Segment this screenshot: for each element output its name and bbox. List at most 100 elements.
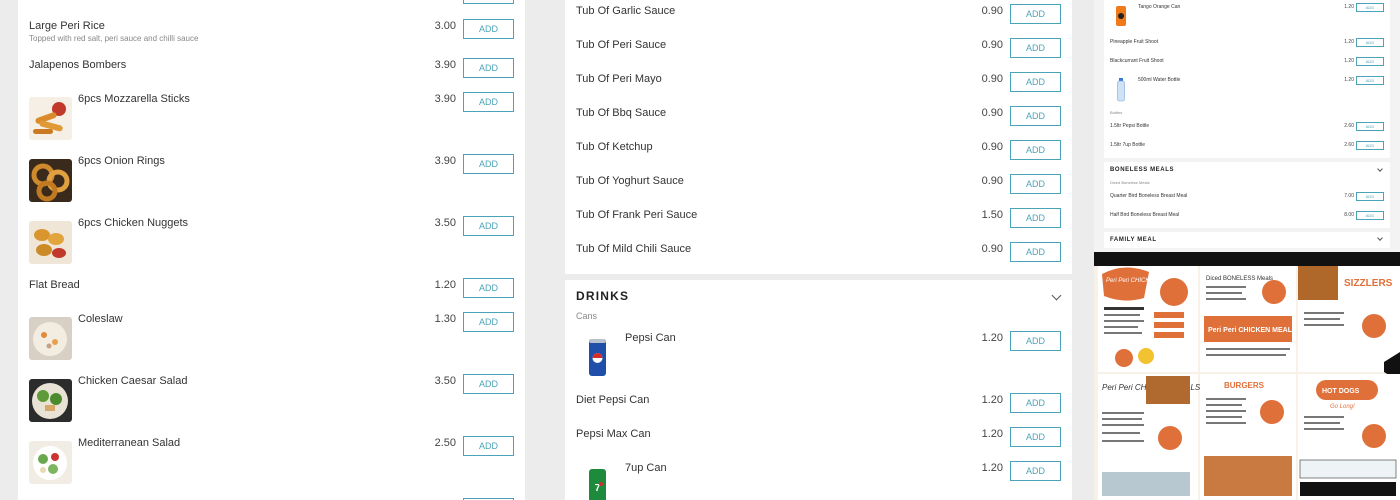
add-button[interactable]: ADD: [1010, 242, 1061, 262]
item-price: 3.50: [434, 217, 456, 229]
mozzarella-sticks-image: [29, 97, 72, 140]
item-price: 0.90: [981, 141, 1003, 153]
item-name: 7up Can: [625, 462, 667, 474]
add-button[interactable]: ADD: [1010, 208, 1061, 228]
mini-add-button[interactable]: ADD: [1356, 211, 1384, 220]
item-name: Pepsi Can: [625, 332, 676, 344]
menu-board-image: Peri Peri CHICKEN Diced BONELESS Meals P…: [1094, 252, 1400, 500]
add-button[interactable]: ADD: [463, 58, 514, 78]
add-button[interactable]: ADD: [463, 0, 514, 4]
item-price: 1.20: [981, 428, 1003, 440]
subcategory-label: Cans: [576, 311, 598, 321]
mini-item-name: 1.5ltr 7up Bottle: [1110, 142, 1146, 148]
mini-item-name: Pineapple Fruit Shoot: [1110, 39, 1159, 45]
board-peri-chicken-label: Peri Peri CHICKEN: [1106, 278, 1158, 284]
item-price: 0.90: [981, 175, 1003, 187]
item-description: Topped with red salt, peri sauce and chi…: [29, 34, 199, 43]
item-price: 1.20: [981, 462, 1003, 474]
item-price: 1.50: [981, 209, 1003, 221]
item-price: 0.90: [981, 39, 1003, 51]
add-button[interactable]: ADD: [1010, 393, 1061, 413]
add-button[interactable]: ADD: [463, 374, 514, 394]
item-name: Tub Of Bbq Sauce: [576, 107, 667, 119]
chevron-down-icon[interactable]: [1377, 166, 1383, 172]
item-price: 3.00: [434, 20, 456, 32]
mini-subcategory: Bottles: [1110, 110, 1123, 115]
sides-panel: ADD Large Peri Rice Topped with red salt…: [18, 0, 525, 500]
add-button[interactable]: ADD: [463, 436, 514, 456]
add-button[interactable]: ADD: [463, 19, 514, 39]
item-price: 3.90: [434, 93, 456, 105]
item-price: 1.20: [434, 279, 456, 291]
board-burgers-label: BURGERS: [1224, 381, 1265, 390]
mini-item-price: 2.60: [1344, 142, 1354, 148]
mini-section-title: BONELESS MEALS: [1110, 167, 1175, 173]
add-button[interactable]: ADD: [463, 216, 514, 236]
mini-add-button[interactable]: ADD: [1356, 76, 1384, 85]
7up-can-image: 7: [576, 466, 619, 500]
pepsi-can-image: [576, 336, 619, 379]
mini-item-name: Tango Orange Can: [1138, 4, 1181, 10]
mini-add-button[interactable]: ADD: [1356, 141, 1384, 150]
divider: [1104, 228, 1390, 232]
mini-add-button[interactable]: ADD: [1356, 57, 1384, 66]
mini-item-price: 7.00: [1344, 193, 1354, 199]
item-price: 0.90: [981, 243, 1003, 255]
add-button[interactable]: ADD: [1010, 38, 1061, 58]
divider: [1104, 158, 1390, 162]
add-button[interactable]: ADD: [463, 312, 514, 332]
item-name: Chicken Caesar Salad: [78, 375, 188, 387]
item-price: 0.90: [981, 5, 1003, 17]
item-price: 1.20: [981, 394, 1003, 406]
mini-subcategory: Diced Boneless Meals: [1110, 180, 1150, 185]
add-button[interactable]: ADD: [1010, 461, 1061, 481]
mini-add-button[interactable]: ADD: [1356, 3, 1384, 12]
item-name: 6pcs Onion Rings: [78, 155, 165, 167]
item-price: 3.50: [434, 375, 456, 387]
caesar-salad-image: [29, 379, 72, 422]
mini-item-price: 1.20: [1344, 77, 1354, 83]
add-button[interactable]: ADD: [463, 154, 514, 174]
mini-menu-preview: Tango Orange Can 1.20 ADD Pineapple Frui…: [1104, 0, 1390, 248]
board-peri-meals-mid-label: Peri Peri CHICKEN MEALS: [1208, 327, 1297, 334]
item-name: Pepsi Max Can: [576, 428, 651, 440]
item-name: Tub Of Mild Chili Sauce: [576, 243, 692, 255]
add-button[interactable]: ADD: [1010, 4, 1061, 24]
add-button[interactable]: ADD: [1010, 140, 1061, 160]
board-go-long-label: Go Long!: [1330, 404, 1355, 410]
mini-item-name: Half Bird Boneless Breast Meal: [1110, 212, 1180, 218]
add-button[interactable]: ADD: [1010, 331, 1061, 351]
board-diced-boneless-label: Diced BONELESS Meals: [1206, 276, 1273, 282]
board-hot-dogs-label: HOT DOGS: [1322, 388, 1360, 395]
drinks-panel: DRINKS Cans Pepsi Can 1.20 ADD Diet Peps…: [565, 280, 1072, 500]
mini-add-button[interactable]: ADD: [1356, 192, 1384, 201]
mini-section-title: FAMILY MEAL: [1110, 237, 1157, 243]
onion-rings-image: [29, 159, 72, 202]
chicken-nuggets-image: [29, 221, 72, 264]
mini-item-price: 1.20: [1344, 58, 1354, 64]
add-button[interactable]: ADD: [1010, 427, 1061, 447]
mini-item-price: 8.00: [1344, 212, 1354, 218]
sauces-panel: Tub Of Garlic Sauce 0.90 ADD Tub Of Peri…: [565, 0, 1072, 274]
mini-add-button[interactable]: ADD: [1356, 38, 1384, 47]
mini-item-price: 1.20: [1344, 39, 1354, 45]
chevron-down-icon[interactable]: [1051, 290, 1062, 301]
mini-item-price: 2.60: [1344, 123, 1354, 129]
tango-can-icon: [1112, 5, 1130, 27]
item-name: 6pcs Chicken Nuggets: [78, 217, 189, 229]
chevron-down-icon[interactable]: [1377, 235, 1383, 241]
item-name: Jalapenos Bombers: [29, 59, 127, 71]
item-name: Tub Of Peri Sauce: [576, 39, 667, 51]
item-price: 0.90: [981, 107, 1003, 119]
item-name: Tub Of Frank Peri Sauce: [576, 209, 698, 221]
add-button[interactable]: ADD: [1010, 72, 1061, 92]
preview-strip: Tango Orange Can 1.20 ADD Pineapple Frui…: [1094, 0, 1400, 500]
add-button[interactable]: ADD: [1010, 106, 1061, 126]
add-button[interactable]: ADD: [463, 278, 514, 298]
mini-item-name: 500ml Water Bottle: [1138, 77, 1181, 83]
item-price: 1.30: [434, 313, 456, 325]
add-button[interactable]: ADD: [1010, 174, 1061, 194]
mini-item-name: Quarter Bird Boneless Breast Meal: [1110, 193, 1188, 199]
add-button[interactable]: ADD: [463, 92, 514, 112]
mini-add-button[interactable]: ADD: [1356, 122, 1384, 131]
